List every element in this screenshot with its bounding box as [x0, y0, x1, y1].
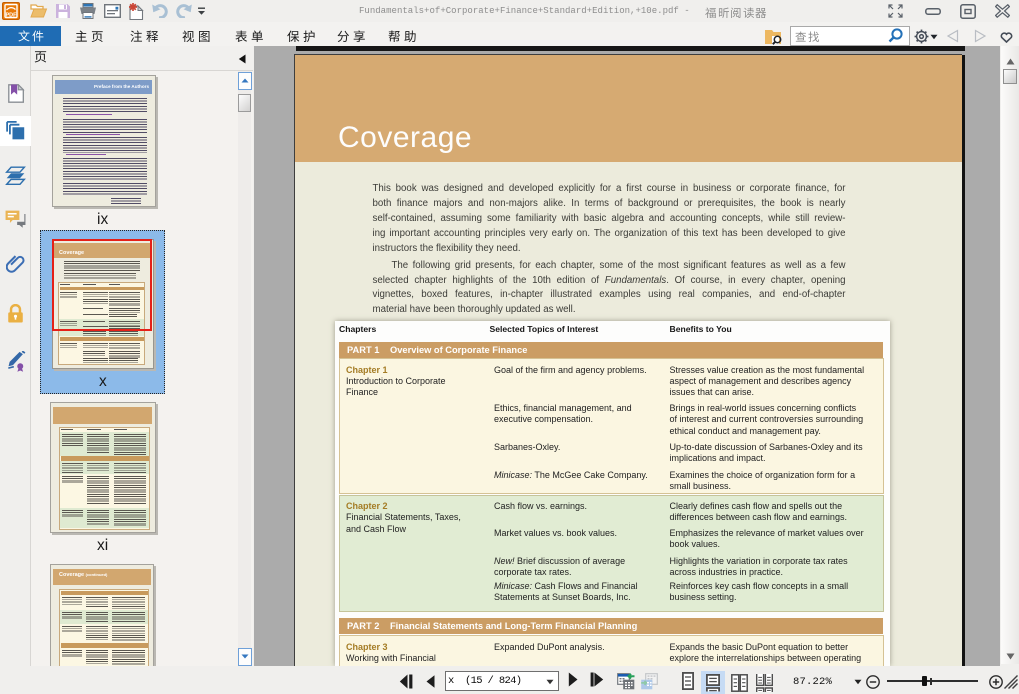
- svg-text:PDF: PDF: [6, 13, 18, 19]
